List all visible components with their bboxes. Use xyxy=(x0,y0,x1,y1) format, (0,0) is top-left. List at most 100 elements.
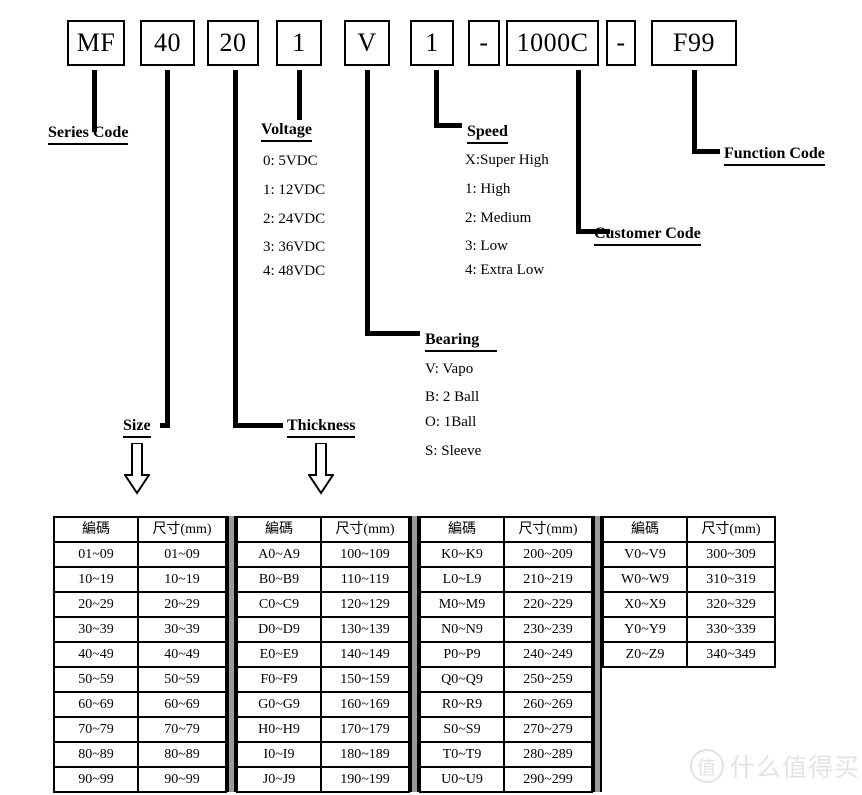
cell-code: Y0~Y9 xyxy=(602,616,688,643)
table-header-row: 編碼 尺寸(mm) xyxy=(236,516,410,543)
cell-size: 270~279 xyxy=(503,716,593,743)
cell-empty xyxy=(603,691,687,714)
table-row: A0~A9 100~109 xyxy=(236,541,410,568)
code-box-size-text: 40 xyxy=(154,28,181,57)
code-box-bearing[interactable]: V xyxy=(344,20,394,70)
column-group-separator-3 xyxy=(593,516,602,792)
cell-code: 30~39 xyxy=(53,616,139,643)
option-speed-2: 2: Medium xyxy=(465,210,532,226)
connector-voltage xyxy=(297,70,302,120)
table-row: B0~B9 110~119 xyxy=(236,566,410,593)
code-box-speed[interactable]: 1 xyxy=(410,20,458,70)
connector-customer-code-vertical xyxy=(576,70,581,234)
watermark-text: 什么值得买 xyxy=(730,753,861,782)
cell-size: 150~159 xyxy=(320,666,410,693)
option-speed-0: X:Super High xyxy=(465,152,549,168)
cell-code: P0~P9 xyxy=(419,641,505,668)
connector-size-elbow xyxy=(160,423,170,428)
code-box-thickness[interactable]: 20 xyxy=(207,20,263,70)
cell-code: F0~F9 xyxy=(236,666,322,693)
cell-code: E0~E9 xyxy=(236,641,322,668)
watermark-logo-icon: 值 xyxy=(690,749,724,783)
code-box-dash-1[interactable]: - xyxy=(468,20,504,70)
cell-size: 160~169 xyxy=(320,691,410,718)
table-row: T0~T9 280~289 xyxy=(419,741,593,768)
code-box-size[interactable]: 40 xyxy=(140,20,199,70)
code-box-bearing-text: V xyxy=(357,28,377,57)
watermark: 值 什么值得买 xyxy=(690,748,860,784)
cell-size: 10~19 xyxy=(137,566,227,593)
cell-size: 140~149 xyxy=(320,641,410,668)
cell-code: 01~09 xyxy=(53,541,139,568)
code-box-voltage-text: 1 xyxy=(292,28,306,57)
cell-code: K0~K9 xyxy=(419,541,505,568)
cell-size: 260~269 xyxy=(503,691,593,718)
header-code: 編碼 xyxy=(236,516,322,543)
table-body-group-4: V0~V9 300~309 W0~W9 310~319 X0~X9 320~329 Y… xyxy=(602,541,776,783)
cell-size: 210~219 xyxy=(503,566,593,593)
table-row: 70~79 70~79 xyxy=(53,716,227,743)
label-thickness: Thickness xyxy=(287,417,356,438)
cell-code: D0~D9 xyxy=(236,616,322,643)
cell-size: 20~29 xyxy=(137,591,227,618)
option-bearing-2: O: 1Ball xyxy=(425,414,477,430)
connector-function-code-elbow xyxy=(692,149,720,154)
cell-empty xyxy=(603,760,687,783)
code-box-dash-2[interactable]: - xyxy=(606,20,640,70)
connector-speed-elbow xyxy=(434,123,462,128)
cell-size: 240~249 xyxy=(503,641,593,668)
cell-size: 120~129 xyxy=(320,591,410,618)
cell-size: 90~99 xyxy=(137,766,227,793)
code-box-series-code[interactable]: MF xyxy=(67,20,129,70)
header-code: 編碼 xyxy=(53,516,139,543)
cell-code: L0~L9 xyxy=(419,566,505,593)
header-size: 尺寸(mm) xyxy=(686,516,776,543)
header-code: 編碼 xyxy=(419,516,505,543)
code-box-dash-2-text: - xyxy=(616,28,626,57)
cell-code: J0~J9 xyxy=(236,766,322,793)
option-voltage-1: 1: 12VDC xyxy=(263,182,326,198)
cell-size: 230~239 xyxy=(503,616,593,643)
connector-function-code-vertical xyxy=(692,70,697,154)
code-box-function-code[interactable]: F99 xyxy=(651,20,741,70)
cell-code: N0~N9 xyxy=(419,616,505,643)
cell-size: 200~209 xyxy=(503,541,593,568)
label-speed: Speed xyxy=(467,123,508,144)
cell-code: C0~C9 xyxy=(236,591,322,618)
code-box-series-code-text: MF xyxy=(76,28,116,57)
table-row: X0~X9 320~329 xyxy=(602,591,776,618)
cell-size: 320~329 xyxy=(686,591,776,618)
cell-code: 70~79 xyxy=(53,716,139,743)
code-box-speed-text: 1 xyxy=(425,28,439,57)
cell-size: 300~309 xyxy=(686,541,776,568)
table-row: N0~N9 230~239 xyxy=(419,616,593,643)
cell-code: S0~S9 xyxy=(419,716,505,743)
cell-code: I0~I9 xyxy=(236,741,322,768)
table-row: E0~E9 140~149 xyxy=(236,641,410,668)
code-box-dash-1-text: - xyxy=(479,28,489,57)
option-speed-4: 4: Extra Low xyxy=(465,262,545,278)
cell-size: 60~69 xyxy=(137,691,227,718)
table-row: D0~D9 130~139 xyxy=(236,616,410,643)
table-row: Q0~Q9 250~259 xyxy=(419,666,593,693)
table-row-empty xyxy=(603,691,775,714)
table-row: 20~29 20~29 xyxy=(53,591,227,618)
table-row: Y0~Y9 330~339 xyxy=(602,616,776,643)
header-size: 尺寸(mm) xyxy=(503,516,593,543)
table-row: 50~59 50~59 xyxy=(53,666,227,693)
cell-size: 180~189 xyxy=(320,741,410,768)
cell-code: 90~99 xyxy=(53,766,139,793)
table-row: Z0~Z9 340~349 xyxy=(602,641,776,668)
option-speed-3: 3: Low xyxy=(465,238,508,254)
cell-code: M0~M9 xyxy=(419,591,505,618)
cell-code: W0~W9 xyxy=(602,566,688,593)
column-group-separator-1 xyxy=(227,516,236,792)
cell-code: V0~V9 xyxy=(602,541,688,568)
table-row: C0~C9 120~129 xyxy=(236,591,410,618)
connector-size-vertical xyxy=(165,70,170,428)
code-box-voltage[interactable]: 1 xyxy=(276,20,326,70)
table-row: 60~69 60~69 xyxy=(53,691,227,718)
code-box-thickness-text: 20 xyxy=(219,28,247,57)
code-box-customer-code[interactable]: 1000C xyxy=(506,20,603,70)
table-header-row: 編碼 尺寸(mm) xyxy=(419,516,593,543)
